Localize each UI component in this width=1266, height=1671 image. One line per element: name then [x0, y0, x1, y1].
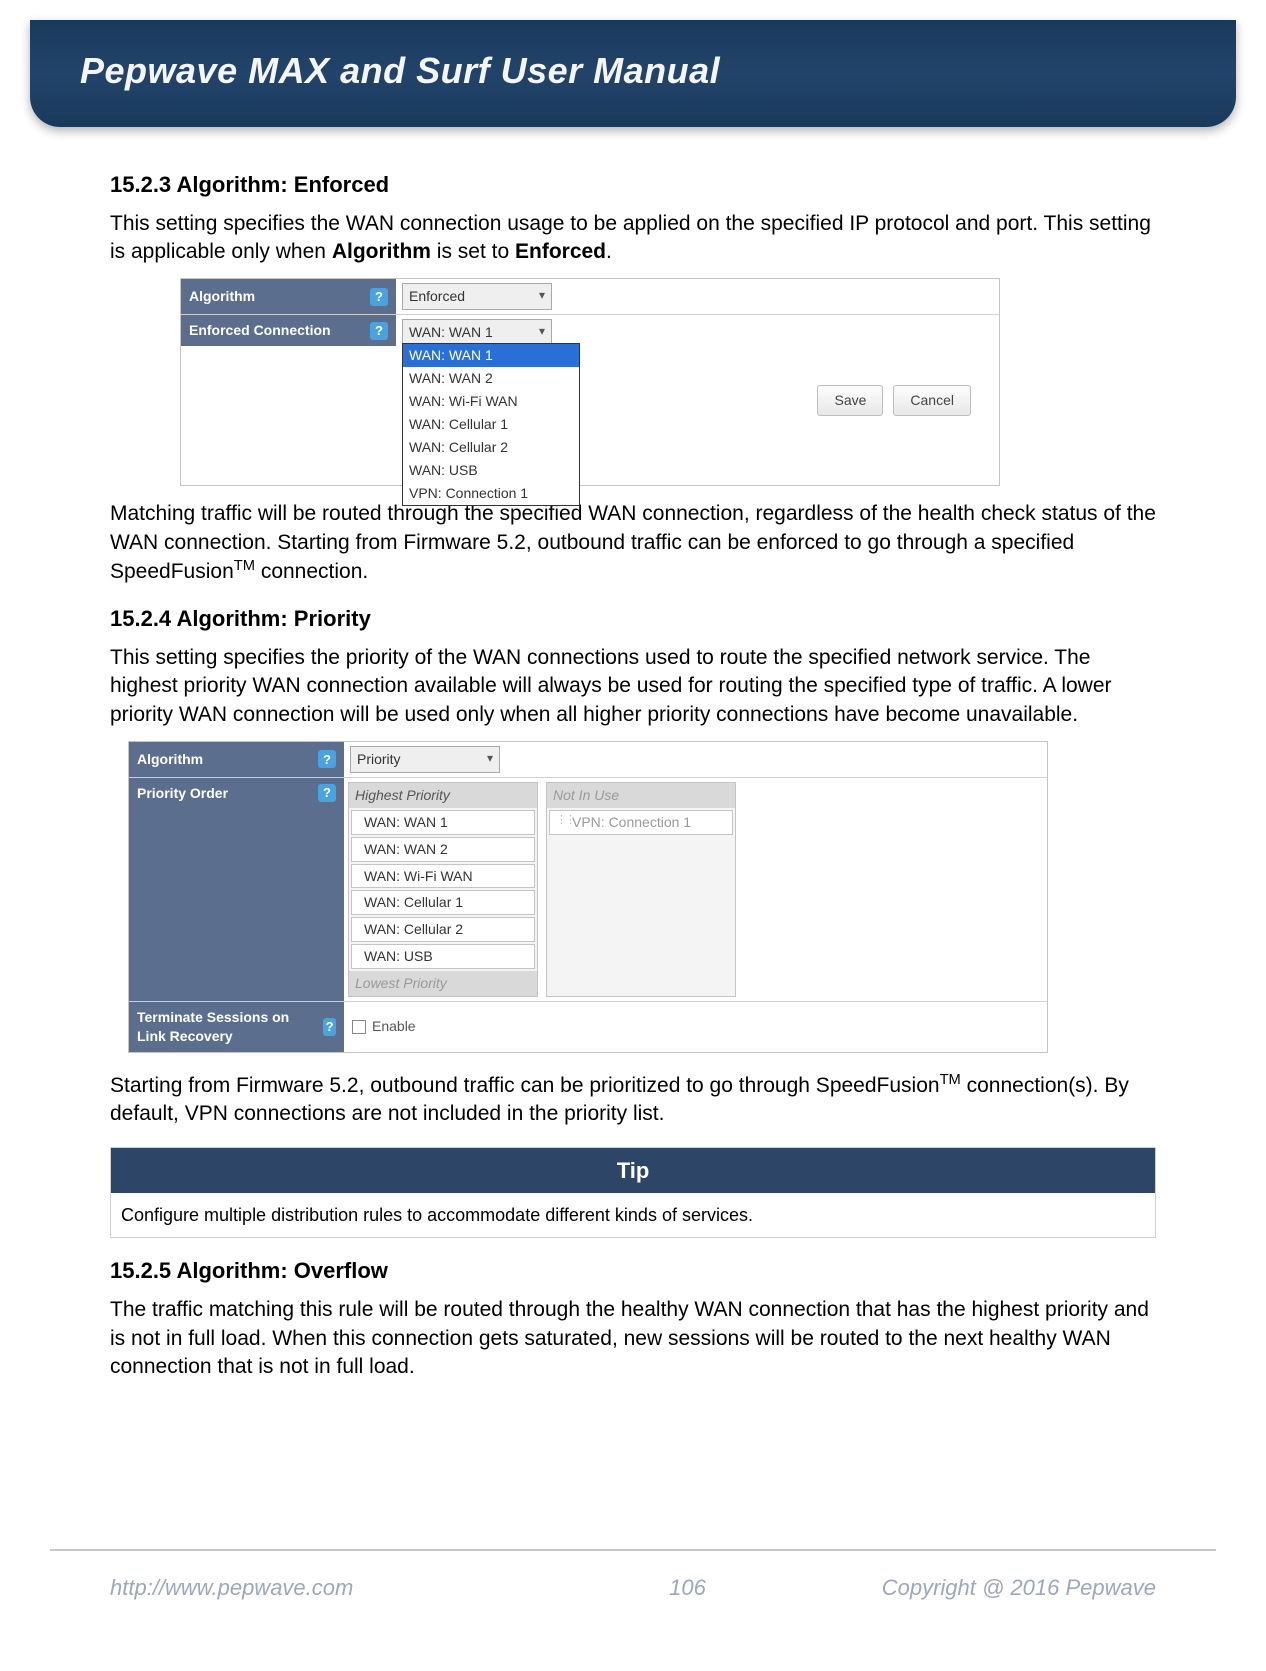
footer-copyright: Copyright @ 2016 Pepwave	[882, 1575, 1156, 1601]
text: connection.	[255, 560, 368, 583]
cell-enable: Enable	[344, 1002, 1047, 1052]
para-priority-intro: This setting specifies the priority of t…	[110, 644, 1156, 729]
enable-label: Enable	[372, 1017, 416, 1036]
priority-not-in-use-list[interactable]: Not In Use VPN: Connection 1	[546, 782, 736, 997]
dropdown-option[interactable]: WAN: Cellular 1	[403, 413, 579, 436]
text: This setting specifies the WAN connectio…	[110, 212, 1151, 263]
priority-in-use-list[interactable]: Highest Priority WAN: WAN 1 WAN: WAN 2 W…	[348, 782, 538, 997]
footer-divider	[50, 1549, 1216, 1551]
para-enforced-intro: This setting specifies the WAN connectio…	[110, 210, 1156, 267]
label-priority-order: Priority Order ?	[129, 778, 344, 1001]
priority-item[interactable]: WAN: WAN 2	[351, 837, 535, 862]
para-enforced-desc: Matching traffic will be routed through …	[110, 500, 1156, 586]
bold-algorithm: Algorithm	[332, 240, 431, 263]
dropdown-option[interactable]: WAN: Wi-Fi WAN	[403, 390, 579, 413]
tip-body: Configure multiple distribution rules to…	[111, 1193, 1155, 1237]
help-icon[interactable]: ?	[370, 288, 388, 306]
enforced-connection-select[interactable]: WAN: WAN 1	[402, 319, 552, 346]
dropdown-option[interactable]: VPN: Connection 1	[403, 482, 579, 505]
help-icon[interactable]: ?	[370, 322, 388, 340]
header-band: Pepwave MAX and Surf User Manual	[30, 20, 1236, 127]
priority-item[interactable]: WAN: Wi-Fi WAN	[351, 864, 535, 889]
cell-algorithm-value: Priority	[344, 742, 1047, 777]
label-text: Enforced Connection	[189, 321, 331, 340]
doc-title: Pepwave MAX and Surf User Manual	[80, 50, 1186, 92]
lowest-priority-footer: Lowest Priority	[349, 971, 537, 996]
screenshot-enforced: Algorithm ? Enforced Enforced Connection…	[180, 278, 1000, 486]
heading-15-2-3: 15.2.3 Algorithm: Enforced	[110, 170, 1156, 200]
tip-header: Tip	[111, 1148, 1155, 1194]
button-row: Save Cancel	[817, 385, 971, 416]
priority-item[interactable]: VPN: Connection 1	[549, 810, 733, 835]
footer: http://www.pepwave.com 106 Copyright @ 2…	[0, 1575, 1266, 1601]
label-text: Terminate Sessions on Link Recovery	[137, 1008, 317, 1046]
dropdown-option[interactable]: WAN: WAN 2	[403, 367, 579, 390]
algorithm-select[interactable]: Priority	[350, 746, 500, 773]
label-algorithm: Algorithm ?	[181, 279, 396, 314]
dropdown-option[interactable]: WAN: USB	[403, 459, 579, 482]
enforced-connection-dropdown[interactable]: WAN: WAN 1 WAN: WAN 2 WAN: Wi-Fi WAN WAN…	[402, 343, 580, 505]
cell-algorithm-value: Enforced	[396, 279, 999, 314]
screenshot-priority: Algorithm ? Priority Priority Order ? Hi…	[128, 741, 1048, 1053]
footer-url: http://www.pepwave.com	[110, 1575, 353, 1601]
help-icon[interactable]: ?	[323, 1018, 336, 1036]
cell-enforced-value: WAN: WAN 1 WAN: WAN 1 WAN: WAN 2 WAN: Wi…	[396, 315, 999, 485]
label-terminate-sessions: Terminate Sessions on Link Recovery ?	[129, 1002, 344, 1052]
enable-checkbox[interactable]	[352, 1020, 366, 1034]
save-button[interactable]: Save	[817, 385, 883, 416]
help-icon[interactable]: ?	[318, 784, 336, 802]
row-algorithm: Algorithm ? Enforced	[181, 279, 999, 315]
highest-priority-header: Highest Priority	[349, 783, 537, 808]
priority-item[interactable]: WAN: Cellular 2	[351, 917, 535, 942]
label-enforced-connection: Enforced Connection ?	[181, 315, 396, 346]
content: 15.2.3 Algorithm: Enforced This setting …	[0, 127, 1266, 1381]
priority-item[interactable]: WAN: USB	[351, 944, 535, 969]
text: Starting from Firmware 5.2, outbound tra…	[110, 1074, 940, 1097]
priority-lists: Highest Priority WAN: WAN 1 WAN: WAN 2 W…	[344, 778, 1047, 1001]
algorithm-select[interactable]: Enforced	[402, 283, 552, 310]
dropdown-option[interactable]: WAN: WAN 1	[403, 344, 579, 367]
text: .	[606, 240, 612, 263]
bold-enforced: Enforced	[515, 240, 606, 263]
heading-15-2-4: 15.2.4 Algorithm: Priority	[110, 604, 1156, 634]
trademark: TM	[940, 1072, 961, 1088]
help-icon[interactable]: ?	[318, 750, 336, 768]
page-number: 106	[669, 1575, 706, 1601]
label-text: Algorithm	[189, 287, 255, 306]
row-algorithm: Algorithm ? Priority	[129, 742, 1047, 778]
row-enforced-connection: Enforced Connection ? WAN: WAN 1 WAN: WA…	[181, 315, 999, 485]
cancel-button[interactable]: Cancel	[893, 385, 971, 416]
page: Pepwave MAX and Surf User Manual 15.2.3 …	[0, 20, 1266, 1671]
para-overflow: The traffic matching this rule will be r…	[110, 1296, 1156, 1381]
row-priority-order: Priority Order ? Highest Priority WAN: W…	[129, 778, 1047, 1002]
heading-15-2-5: 15.2.5 Algorithm: Overflow	[110, 1256, 1156, 1286]
para-priority-desc: Starting from Firmware 5.2, outbound tra…	[110, 1071, 1156, 1129]
label-text: Algorithm	[137, 750, 203, 769]
dropdown-option[interactable]: WAN: Cellular 2	[403, 436, 579, 459]
priority-item[interactable]: WAN: Cellular 1	[351, 890, 535, 915]
tip-box: Tip Configure multiple distribution rule…	[110, 1147, 1156, 1239]
label-algorithm: Algorithm ?	[129, 742, 344, 777]
label-text: Priority Order	[137, 784, 228, 803]
trademark: TM	[234, 558, 255, 574]
text: is set to	[431, 240, 515, 263]
priority-item[interactable]: WAN: WAN 1	[351, 810, 535, 835]
row-terminate-sessions: Terminate Sessions on Link Recovery ? En…	[129, 1002, 1047, 1052]
not-in-use-header: Not In Use	[547, 783, 735, 808]
